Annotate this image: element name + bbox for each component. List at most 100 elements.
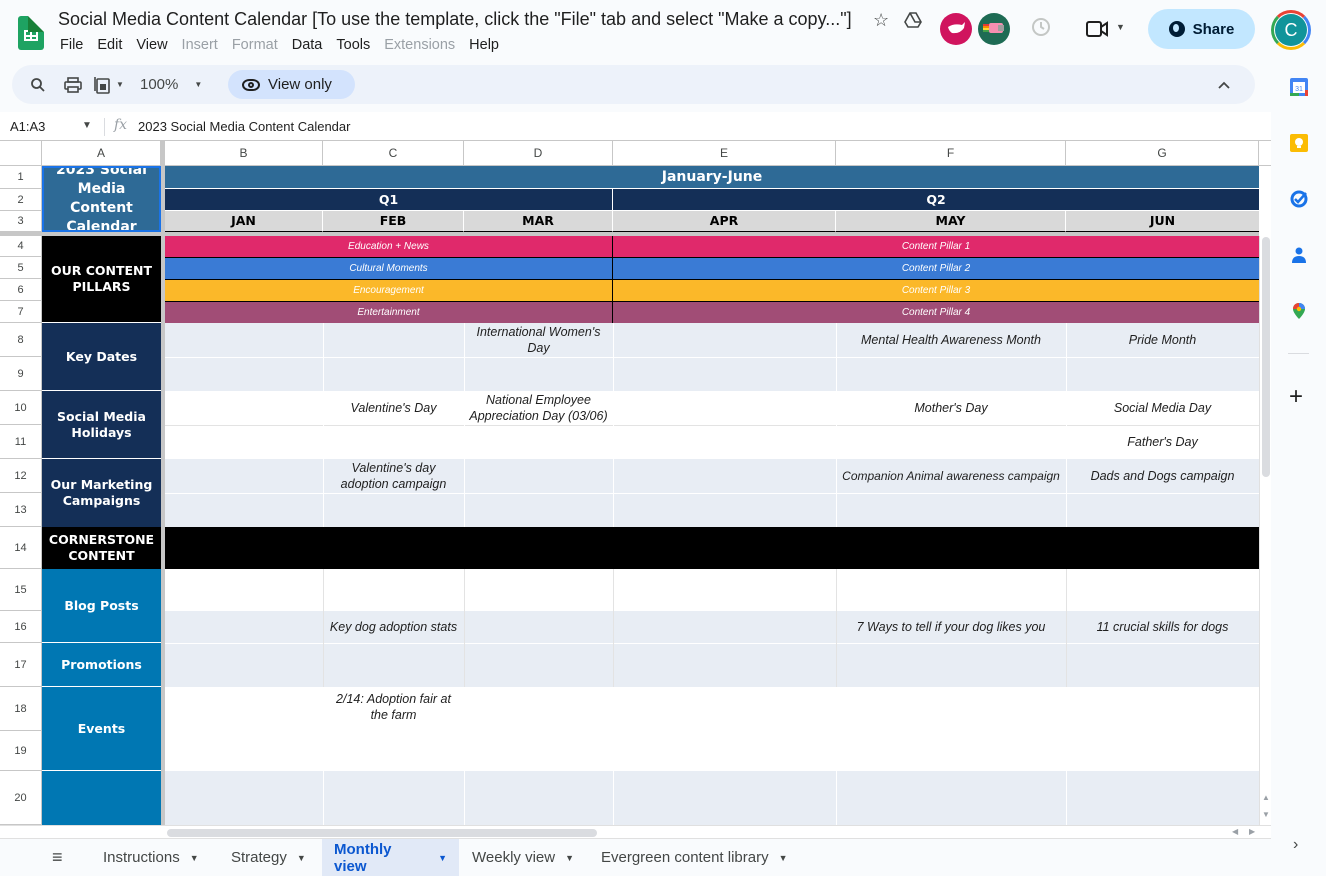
promotions-label[interactable]: Promotions [42, 643, 161, 687]
star-icon[interactable]: ☆ [873, 10, 889, 31]
column-header-g[interactable]: G [1066, 141, 1259, 166]
scroll-right-icon[interactable]: ▶ [1249, 827, 1255, 836]
pillar-cell[interactable]: Education + News [165, 236, 613, 258]
scroll-up-icon[interactable]: ▲ [1262, 793, 1270, 802]
row-header[interactable]: 9 [0, 357, 42, 391]
row-header[interactable]: 3 [0, 211, 42, 232]
calendar-icon[interactable]: 31 [1290, 78, 1308, 96]
cornerstone-label[interactable]: CORNERSTONE CONTENT [42, 527, 161, 569]
expand-panel-icon[interactable]: › [1293, 836, 1298, 854]
pillar-cell[interactable]: Entertainment [165, 302, 613, 324]
quarter-header-q1[interactable]: Q1 [165, 189, 613, 211]
row-header[interactable]: 7 [0, 301, 42, 323]
horizontal-scrollbar[interactable]: ◀ ▶ [0, 825, 1271, 838]
month-header[interactable]: APR [613, 211, 836, 232]
row-header[interactable]: 8 [0, 323, 42, 357]
scroll-down-icon[interactable]: ▼ [1262, 810, 1270, 819]
all-sheets-menu-icon[interactable]: ≡ [40, 839, 75, 876]
menu-tools[interactable]: Tools [336, 37, 378, 53]
menu-data[interactable]: Data [292, 37, 331, 53]
pillar-cell[interactable]: Content Pillar 2 [613, 258, 1259, 280]
month-header[interactable]: MAY [836, 211, 1066, 232]
month-header[interactable]: JAN [165, 211, 323, 232]
meet-dropdown-icon[interactable]: ▼ [1116, 22, 1125, 32]
formula-input[interactable]: 2023 Social Media Content Calendar [138, 119, 350, 134]
contacts-icon[interactable] [1290, 246, 1308, 264]
name-box[interactable]: A1:A3 [10, 119, 45, 134]
row-header[interactable]: 1 [0, 166, 42, 189]
row-header[interactable]: 2 [0, 189, 42, 211]
sheets-logo-icon[interactable] [18, 16, 44, 50]
content-pillars-label[interactable]: OUR CONTENT PILLARS [42, 236, 161, 323]
marketing-campaigns-label[interactable]: Our Marketing Campaigns [42, 459, 161, 527]
tasks-icon[interactable] [1290, 190, 1308, 208]
tab-weekly-view[interactable]: Weekly view▼ [460, 839, 586, 876]
row-header[interactable]: 10 [0, 391, 42, 425]
paint-format-icon[interactable]: ▼ [94, 65, 124, 104]
blog-post-cell[interactable]: 7 Ways to tell if your dog likes you [836, 611, 1066, 643]
menu-help[interactable]: Help [469, 37, 507, 53]
holiday-cell[interactable]: National Employee Appreciation Day (03/0… [464, 391, 613, 425]
blog-post-cell[interactable]: Key dog adoption stats [323, 611, 464, 643]
social-holidays-label[interactable]: Social Media Holidays [42, 391, 161, 459]
month-header[interactable]: MAR [464, 211, 613, 232]
campaign-cell[interactable]: Valentine's day adoption campaign [323, 459, 464, 493]
version-history-icon[interactable] [1030, 16, 1052, 43]
month-header[interactable]: JUN [1066, 211, 1259, 232]
pillar-cell[interactable]: Content Pillar 3 [613, 280, 1259, 302]
column-header-c[interactable]: C [323, 141, 464, 166]
document-title[interactable]: Social Media Content Calendar [To use th… [58, 9, 852, 30]
name-box-caret-icon[interactable]: ▼ [82, 120, 92, 131]
column-header-a[interactable]: A [42, 141, 161, 166]
meet-icon[interactable] [1086, 20, 1110, 43]
key-date-cell[interactable]: Pride Month [1066, 323, 1259, 357]
campaign-cell[interactable]: Dads and Dogs campaign [1066, 459, 1259, 493]
column-header-b[interactable]: B [165, 141, 323, 166]
events-label[interactable]: Events [42, 687, 161, 771]
pillar-cell[interactable]: Content Pillar 1 [613, 236, 1259, 258]
period-header[interactable]: January-June [165, 166, 1259, 189]
menu-view[interactable]: View [136, 37, 175, 53]
zoom-select[interactable]: 100% ▼ [140, 65, 202, 104]
column-header-e[interactable]: E [613, 141, 836, 166]
share-button[interactable]: Share [1148, 9, 1255, 49]
pillar-cell[interactable]: Encouragement [165, 280, 613, 302]
key-dates-label[interactable]: Key Dates [42, 323, 161, 391]
row-header[interactable]: 18 [0, 687, 42, 731]
print-icon[interactable] [64, 65, 82, 104]
blog-post-cell[interactable]: 11 crucial skills for dogs [1066, 611, 1259, 643]
row-header[interactable]: 14 [0, 527, 42, 569]
key-date-cell[interactable]: Mental Health Awareness Month [836, 323, 1066, 357]
row-header[interactable]: 5 [0, 257, 42, 279]
search-icon[interactable] [30, 65, 46, 104]
vertical-scroll-thumb[interactable] [1262, 237, 1270, 477]
row-header[interactable]: 13 [0, 493, 42, 527]
add-addon-icon[interactable]: + [1289, 385, 1303, 409]
holiday-cell[interactable]: Valentine's Day [323, 391, 464, 425]
row-header[interactable]: 12 [0, 459, 42, 493]
view-only-mode-button[interactable]: View only [228, 70, 355, 99]
row-header[interactable]: 19 [0, 731, 42, 771]
spreadsheet-grid[interactable]: A B C D E F G 1 2 3 4 5 6 7 8 9 10 11 12… [0, 141, 1271, 825]
row-header[interactable]: 15 [0, 569, 42, 611]
quarter-header-q2[interactable]: Q2 [613, 189, 1259, 211]
row-header[interactable]: 4 [0, 236, 42, 257]
row-header[interactable]: 6 [0, 279, 42, 301]
tab-evergreen-content-library[interactable]: Evergreen content library▼ [589, 839, 800, 876]
key-date-cell[interactable]: International Women's Day [464, 323, 613, 357]
tab-strategy[interactable]: Strategy▼ [219, 839, 318, 876]
collaborator-avatar[interactable] [978, 13, 1010, 45]
scroll-left-icon[interactable]: ◀ [1232, 827, 1238, 836]
tab-instructions[interactable]: Instructions▼ [91, 839, 211, 876]
calendar-title-cell[interactable]: 2023 Social Media Content Calendar [42, 166, 161, 232]
holiday-cell[interactable]: Father's Day [1066, 425, 1259, 459]
pillar-cell[interactable]: Content Pillar 4 [613, 302, 1259, 324]
blog-posts-label[interactable]: Blog Posts [42, 569, 161, 643]
menu-file[interactable]: File [60, 37, 91, 53]
column-header-f[interactable]: F [836, 141, 1066, 166]
holiday-cell[interactable]: Social Media Day [1066, 391, 1259, 425]
row-header[interactable]: 20 [0, 771, 42, 825]
tab-monthly-view[interactable]: Monthly view▼ [322, 839, 459, 876]
keep-icon[interactable] [1290, 134, 1308, 152]
holiday-cell[interactable]: Mother's Day [836, 391, 1066, 425]
